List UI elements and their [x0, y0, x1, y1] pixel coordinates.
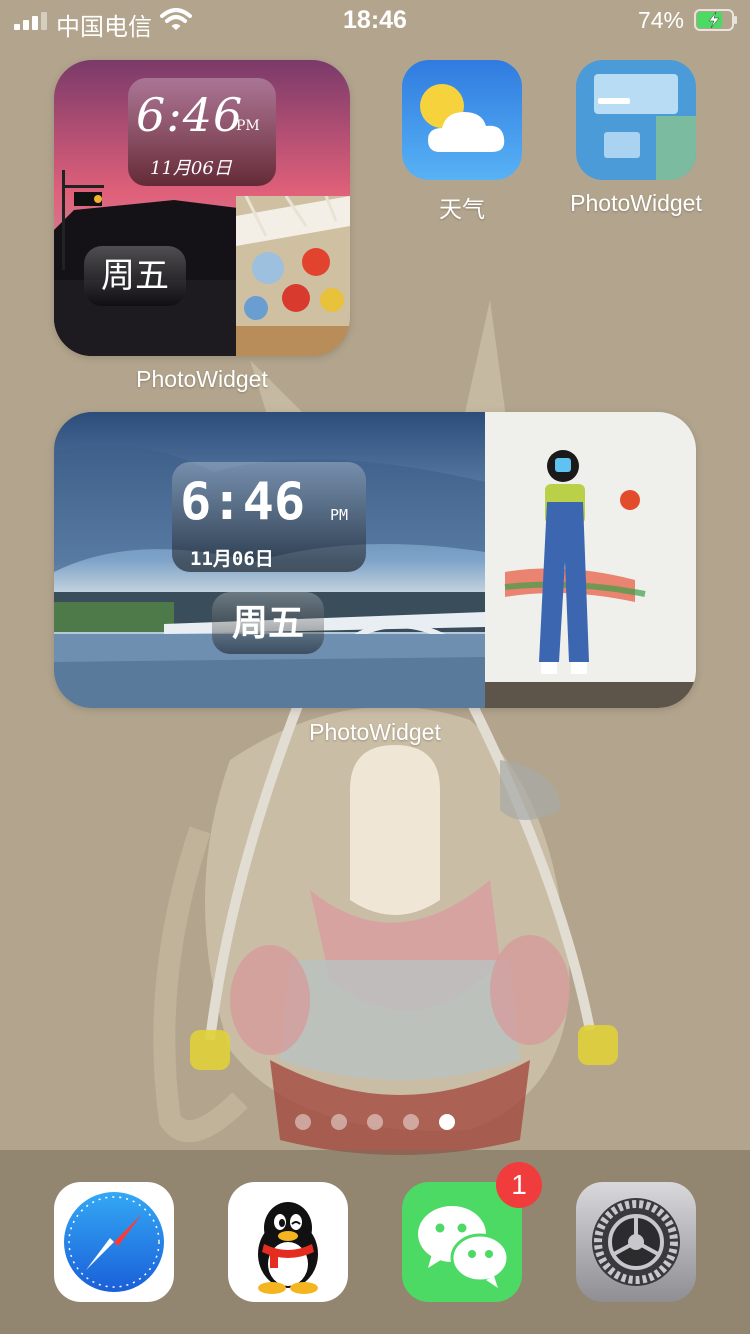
widget-clock: 6:46 PM 11月06日 [128, 78, 276, 186]
page-indicator[interactable] [0, 1114, 750, 1130]
girl-overalls-photo [485, 412, 696, 708]
photowidget-medium[interactable]: 6:46 PM 11月06日 周五 [54, 412, 696, 708]
photowidget-icon [576, 60, 696, 180]
battery-charging-icon [694, 9, 737, 31]
clock-ampm: PM [330, 506, 349, 524]
clock-date: 11月06日 [190, 548, 274, 570]
app-label: PhotoWidget [570, 190, 702, 216]
clock-date: 11月06日 [150, 158, 232, 179]
notification-badge: 1 [496, 1162, 542, 1208]
clock-time: 6:46 [136, 88, 244, 142]
clock-time: 6:46 [180, 472, 306, 532]
qq-icon [228, 1182, 348, 1302]
safari-icon [54, 1182, 174, 1302]
page-dot[interactable] [403, 1114, 419, 1130]
page-dot[interactable] [367, 1114, 383, 1130]
clock-ampm: PM [236, 118, 260, 134]
page-dot[interactable] [295, 1114, 311, 1130]
weather-icon [402, 60, 522, 180]
page-dot[interactable] [331, 1114, 347, 1130]
wind-chimes-photo [236, 196, 350, 356]
weekday-badge: 周五 [84, 246, 186, 306]
settings-icon [576, 1182, 696, 1302]
page-dot[interactable] [439, 1114, 455, 1130]
photowidget-medium-label: PhotoWidget [309, 719, 441, 745]
photowidget-small-label: PhotoWidget [136, 366, 268, 392]
dock: 1 [0, 1150, 750, 1334]
widget-clock: 6:46 PM 11月06日 [172, 462, 366, 572]
status-bar: 中国电信 18:46 74% [0, 0, 750, 41]
app-label: 天气 [439, 196, 485, 222]
photowidget-small[interactable]: 6:46 PM 11月06日 周五 [54, 60, 350, 356]
battery-percentage: 74% [637, 7, 684, 33]
weekday-badge: 周五 [212, 592, 324, 654]
